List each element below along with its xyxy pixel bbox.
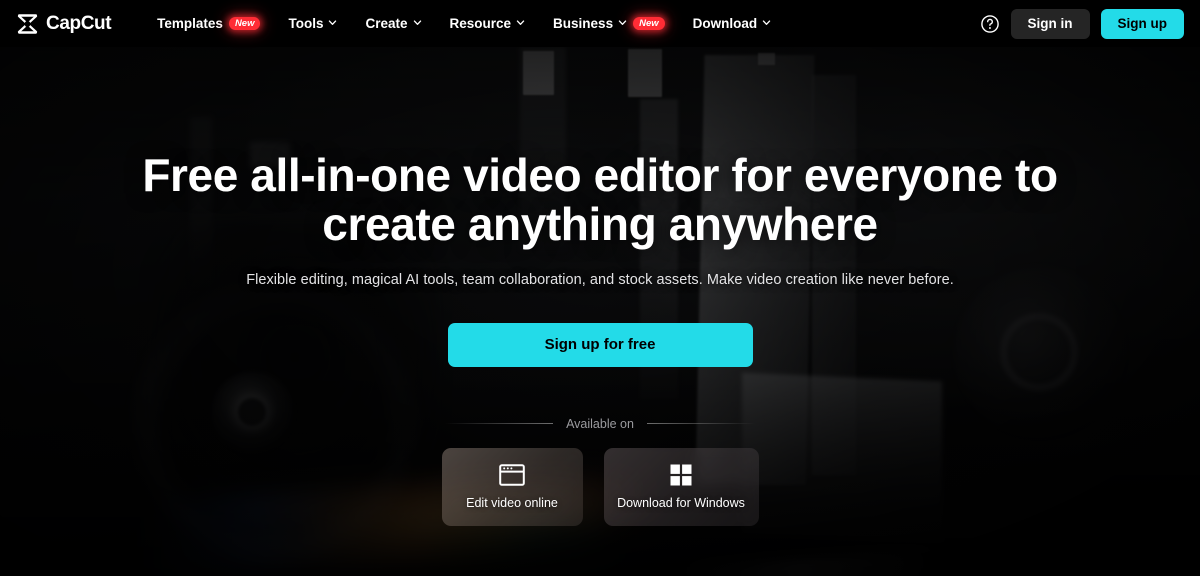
hero-section: Free all-in-one video editor for everyon…: [0, 47, 1200, 576]
sign-in-button[interactable]: Sign in: [1010, 8, 1090, 39]
nav-item-label: Download: [692, 16, 758, 31]
platform-cards: Edit video online Download for Windows: [441, 447, 759, 526]
nav-actions: Sign in Sign up: [980, 8, 1184, 39]
nav-item-label: Templates: [157, 16, 223, 31]
sign-up-for-free-button[interactable]: Sign up for free: [447, 322, 753, 367]
nav-item-business[interactable]: Business New: [539, 0, 679, 47]
nav-item-label: Tools: [288, 16, 324, 31]
sign-up-button[interactable]: Sign up: [1100, 8, 1184, 39]
hero-subheadline: Flexible editing, magical AI tools, team…: [246, 271, 954, 288]
chevron-down-icon: [413, 18, 422, 27]
brand-name-text: CapCut: [46, 13, 112, 34]
available-on-label: Available on: [566, 416, 634, 431]
divider-line-left: [445, 423, 554, 424]
nav-menu: Templates New Tools Create Resource Busi…: [147, 0, 785, 47]
capcut-hourglass-logo-icon: [16, 13, 39, 34]
question-mark-circle-icon[interactable]: [980, 14, 1000, 34]
nav-item-label: Create: [365, 16, 408, 31]
download-for-windows-card[interactable]: Download for Windows: [603, 447, 759, 526]
top-navigation-bar: CapCut Templates New Tools Create Resour…: [0, 0, 1200, 47]
new-badge: New: [633, 17, 665, 30]
hero-headline: Free all-in-one video editor for everyon…: [142, 149, 1058, 250]
nav-item-download[interactable]: Download: [679, 0, 786, 47]
platform-card-label: Edit video online: [466, 495, 558, 510]
hero-content: Free all-in-one video editor for everyon…: [0, 47, 1200, 576]
edit-video-online-card[interactable]: Edit video online: [441, 447, 583, 526]
browser-window-icon: [499, 463, 525, 486]
nav-item-resource[interactable]: Resource: [436, 0, 540, 47]
chevron-down-icon: [328, 18, 337, 27]
nav-item-templates[interactable]: Templates New: [147, 0, 274, 47]
available-on-divider: Available on: [445, 416, 756, 431]
new-badge: New: [228, 17, 261, 30]
nav-item-create[interactable]: Create: [351, 0, 435, 47]
platform-card-label: Download for Windows: [617, 495, 745, 510]
divider-line-right: [646, 423, 756, 424]
nav-item-tools[interactable]: Tools: [274, 0, 351, 47]
brand-logo-link[interactable]: CapCut: [16, 13, 112, 34]
nav-item-label: Resource: [449, 16, 512, 31]
chevron-down-icon: [762, 18, 771, 27]
windows-logo-icon: [670, 464, 692, 486]
chevron-down-icon: [516, 18, 525, 27]
chevron-down-icon: [618, 18, 627, 27]
nav-item-label: Business: [553, 16, 614, 31]
capcut-landing-page: CapCut Templates New Tools Create Resour…: [0, 0, 1200, 576]
